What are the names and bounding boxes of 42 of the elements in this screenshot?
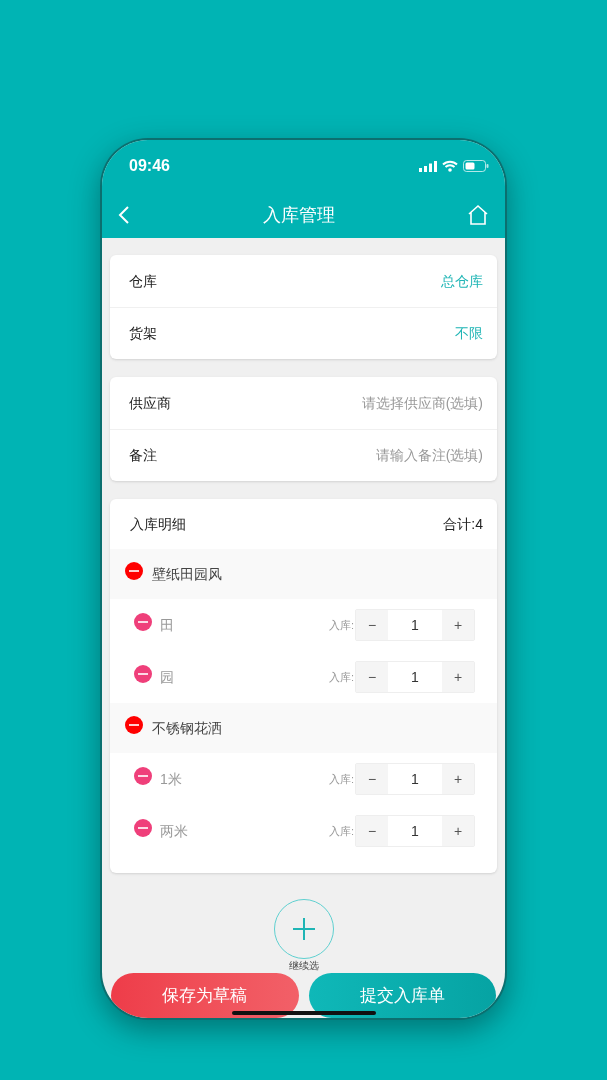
battery-icon [463,160,489,172]
increment-button[interactable]: + [442,816,474,846]
decrement-button[interactable]: − [356,764,388,794]
item-name: 1米 [160,769,182,789]
input-field[interactable]: 请选择供应商(选填) [313,392,483,414]
plus-icon [291,917,316,941]
quantity-label: 入库: [328,669,354,685]
remove-icon[interactable] [134,767,152,785]
add-label: 继续选 [288,960,319,972]
remove-icon[interactable] [134,665,152,683]
increment-button[interactable]: + [442,764,474,794]
input-field[interactable]: 请输入备注(选填) [313,445,483,466]
back-icon[interactable] [118,205,130,225]
field-label: 备注 [129,446,157,465]
page-title: 入库管理 [262,203,335,227]
quantity-label: 入库: [328,617,354,633]
wifi-icon [442,160,458,172]
row-label: 货架 [129,324,157,343]
group-name: 壁纸田园风 [152,564,222,584]
details-title: 入库明细 [130,514,186,534]
field-label: 供应商 [129,393,171,413]
row-label: 仓库 [129,271,157,291]
decrement-button[interactable]: − [356,816,388,846]
decrement-button[interactable]: − [356,662,388,692]
status-time: 09:46 [129,156,170,176]
remove-icon[interactable] [125,562,143,580]
item-name: 田 [160,615,174,635]
remove-icon[interactable] [125,716,143,734]
signal-icon [419,160,437,172]
save-draft-button[interactable]: 保存为草稿 [111,973,299,1018]
remove-icon[interactable] [134,819,152,837]
quantity-label: 入库: [328,823,354,839]
decrement-button[interactable]: − [356,610,388,640]
increment-button[interactable]: + [442,610,474,640]
home-icon[interactable] [467,204,489,226]
quantity-label: 入库: [328,771,354,787]
remove-icon[interactable] [134,613,152,631]
details-total: 合计:4 [443,514,483,534]
group-name: 不锈钢花洒 [152,718,222,738]
item-name: 园 [160,667,174,687]
increment-button[interactable]: + [442,662,474,692]
item-name: 两米 [160,821,188,841]
